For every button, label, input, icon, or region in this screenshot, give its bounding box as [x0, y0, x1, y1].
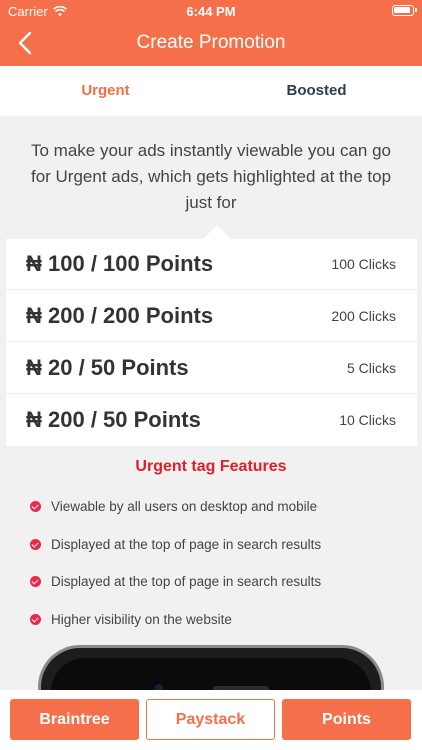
- intro-text: To make your ads instantly viewable you …: [30, 141, 392, 212]
- tab-boosted[interactable]: Boosted: [211, 66, 422, 116]
- braintree-button[interactable]: Braintree: [10, 699, 139, 740]
- check-icon: [30, 613, 41, 625]
- feature-text: Displayed at the top of page in search r…: [51, 536, 322, 552]
- option-row[interactable]: ₦ 200 / 200 Points 200 Clicks: [6, 291, 417, 342]
- option-row[interactable]: ₦ 20 / 50 Points 5 Clicks: [6, 343, 417, 394]
- feature-text: Viewable by all users on desktop and mob…: [51, 498, 318, 514]
- promotion-options-list: ₦ 100 / 100 Points 100 Clicks ₦ 200 / 20…: [6, 225, 417, 446]
- option-price: ₦ 200 / 50 Points: [26, 407, 201, 432]
- app-header: Carrier 6:44 PM Create Promotion: [0, 0, 422, 66]
- tab-urgent[interactable]: Urgent: [0, 66, 211, 116]
- feature-item: Higher visibility on the website: [30, 609, 232, 629]
- status-time: 6:44 PM: [186, 4, 236, 19]
- battery-icon: [392, 5, 417, 16]
- feature-item: Displayed at the top of page in search r…: [30, 571, 321, 591]
- option-price: ₦ 20 / 50 Points: [26, 355, 189, 380]
- check-icon: [30, 500, 41, 512]
- features-title: Urgent tag Features: [135, 458, 287, 475]
- points-button[interactable]: Points: [282, 699, 411, 740]
- feature-text: Displayed at the top of page in search r…: [51, 573, 322, 589]
- feature-item: Displayed at the top of page in search r…: [30, 534, 321, 554]
- option-row[interactable]: ₦ 100 / 100 Points 100 Clicks: [6, 239, 417, 290]
- status-bar: Carrier 6:44 PM: [0, 0, 422, 22]
- tab-pointer: [203, 225, 231, 239]
- check-icon: [30, 538, 41, 550]
- option-row[interactable]: ₦ 200 / 50 Points 10 Clicks: [6, 395, 417, 446]
- paystack-button[interactable]: Paystack: [146, 699, 275, 740]
- page-title: Create Promotion: [136, 32, 286, 53]
- promotion-tabs: Urgent Boosted: [0, 66, 422, 116]
- payment-bar: Braintree Paystack Points: [0, 690, 422, 750]
- check-icon: [30, 575, 41, 587]
- option-clicks: 5 Clicks: [346, 360, 396, 376]
- option-price: ₦ 200 / 200 Points: [26, 303, 214, 328]
- navigation-bar: Create Promotion: [0, 22, 422, 66]
- option-price: ₦ 100 / 100 Points: [26, 251, 214, 276]
- option-clicks: 10 Clicks: [339, 412, 396, 428]
- option-clicks: 100 Clicks: [331, 256, 396, 272]
- feature-text: Higher visibility on the website: [51, 611, 232, 627]
- option-clicks: 200 Clicks: [331, 308, 396, 324]
- feature-item: Viewable by all users on desktop and mob…: [30, 496, 317, 516]
